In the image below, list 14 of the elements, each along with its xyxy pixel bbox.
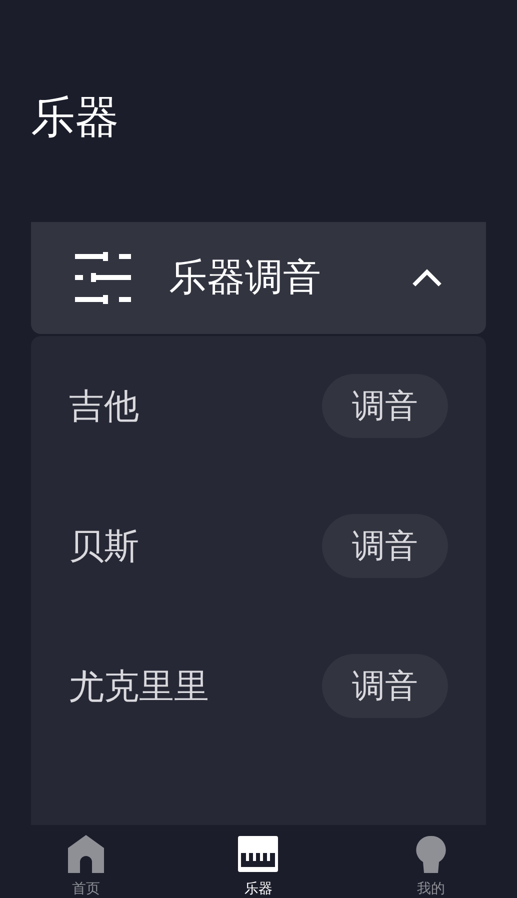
section-header[interactable]: 乐器调音 (31, 222, 486, 334)
tune-button[interactable]: 调音 (322, 374, 448, 438)
tab-bar-item[interactable]: 乐器 (172, 825, 345, 898)
instrument-name: 贝斯 (69, 526, 139, 568)
tune-button[interactable]: 调音 (322, 654, 448, 718)
section-title: 乐器调音 (169, 255, 322, 301)
sliders-icon (75, 252, 131, 304)
instrument-name: 尤克里里 (69, 666, 209, 708)
tune-button[interactable]: 调音 (322, 514, 448, 578)
chevron-icon (412, 269, 442, 287)
instrument-name: 吉他 (69, 386, 139, 428)
piano-icon (236, 834, 280, 874)
tab-bar-item[interactable]: 首页 (0, 825, 172, 898)
tab-bar-item[interactable]: 我的 (344, 825, 517, 898)
